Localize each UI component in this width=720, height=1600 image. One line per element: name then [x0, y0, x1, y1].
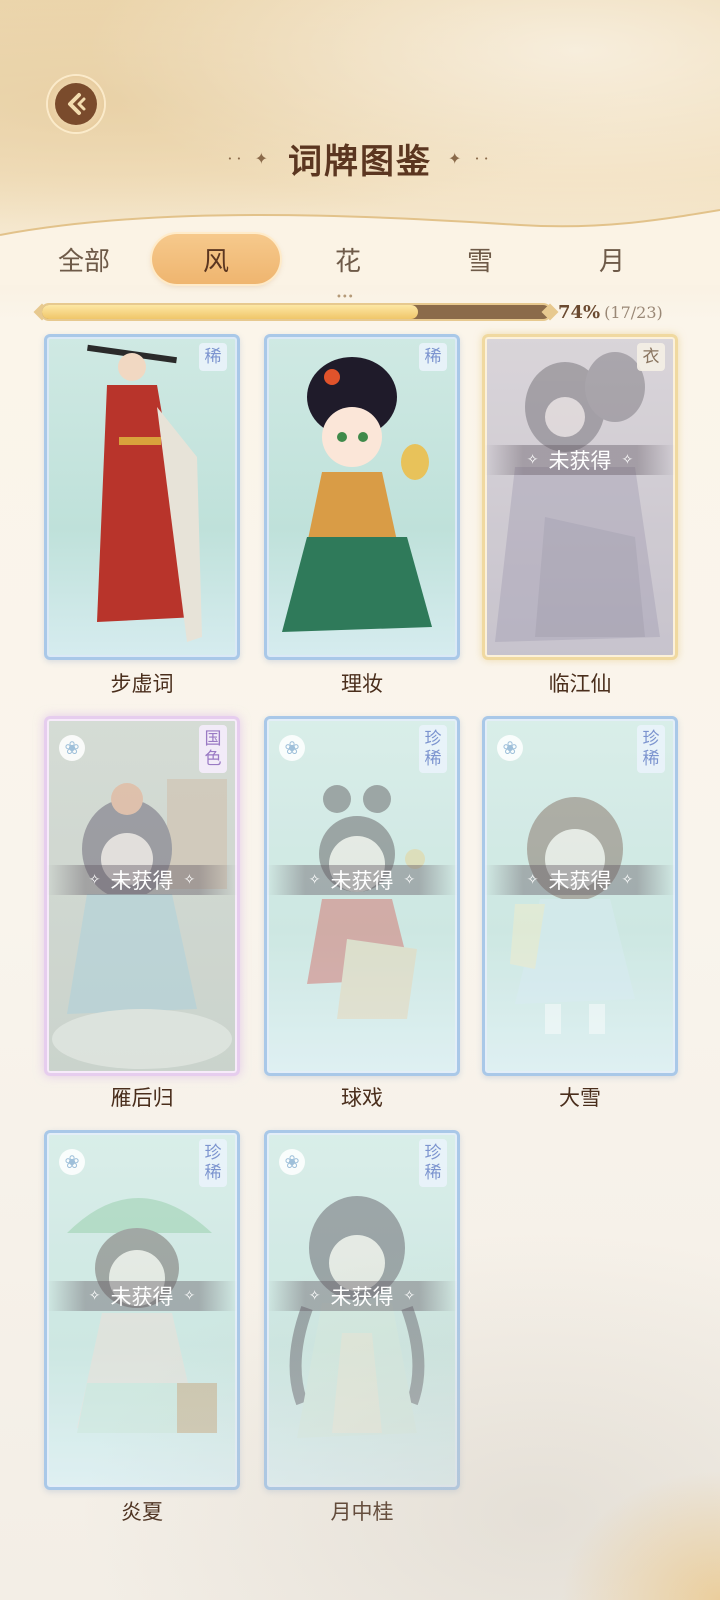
title-decoration-right: ✦ ··	[448, 148, 493, 168]
card-name: 雁后归	[110, 1086, 174, 1110]
locked-label: 未获得	[548, 449, 612, 473]
card[interactable]: 稀	[44, 334, 240, 660]
card-name: 月中桂	[330, 1500, 394, 1524]
sparkle-icon: ✧	[308, 1288, 321, 1304]
card-name: 理妆	[341, 672, 383, 696]
back-button[interactable]	[48, 76, 104, 132]
card-name: 炎夏	[121, 1500, 163, 1524]
progress-fill	[42, 305, 418, 319]
tab-wind[interactable]: 风	[152, 234, 280, 284]
sparkle-icon: ✧	[403, 1288, 416, 1304]
progress-label: 74% (17/23)	[558, 298, 663, 326]
page-title: 词牌图鉴	[288, 141, 432, 182]
card-name: 临江仙	[548, 672, 612, 696]
locked-banner: ✧ 未获得 ✧	[47, 1281, 237, 1311]
title-decoration-left: ·· ✦	[227, 148, 272, 168]
card[interactable]: ❀ 珍稀 ✧ 未获得 ✧	[264, 716, 460, 1076]
rarity-badge: 珍稀	[637, 725, 665, 773]
sparkle-icon: ✧	[88, 1288, 101, 1304]
card[interactable]: ❀ 珍稀 ✧ 未获得 ✧	[44, 1130, 240, 1490]
locked-label: 未获得	[110, 869, 174, 893]
character-figure	[495, 352, 660, 642]
locked-label: 未获得	[110, 1285, 174, 1309]
character-figure	[87, 344, 202, 642]
collection-progress: ••• 74% (17/23)	[33, 292, 686, 326]
flower-icon: ❀	[497, 735, 523, 761]
sparkle-icon: ✧	[621, 452, 634, 468]
sparkle-icon: ✧	[183, 872, 196, 888]
card-name: 步虚词	[110, 672, 174, 696]
progress-ornament: •••	[336, 292, 354, 303]
locked-banner: ✧ 未获得 ✧	[47, 865, 237, 895]
progress-count: (17/23)	[604, 302, 663, 322]
tab-snow[interactable]: 雪	[416, 234, 544, 284]
rarity-badge: 稀	[419, 343, 447, 371]
flower-icon: ❀	[279, 735, 305, 761]
locked-banner: ✧ 未获得 ✧	[485, 445, 675, 475]
sparkle-icon: ✧	[183, 1288, 196, 1304]
sparkle-icon: ✧	[621, 872, 634, 888]
character-figure	[282, 357, 432, 632]
rarity-badge: 珍稀	[419, 1139, 447, 1187]
tab-moon[interactable]: 月	[548, 234, 676, 284]
flower-icon: ❀	[279, 1149, 305, 1175]
card[interactable]: 稀	[264, 334, 460, 660]
rarity-badge: 珍稀	[199, 1139, 227, 1187]
sparkle-icon: ✧	[526, 872, 539, 888]
sparkle-icon: ✧	[88, 872, 101, 888]
locked-banner: ✧ 未获得 ✧	[267, 1281, 457, 1311]
tab-all[interactable]: 全部	[20, 234, 148, 284]
card-name: 球戏	[341, 1086, 383, 1110]
locked-label: 未获得	[548, 869, 612, 893]
sparkle-icon: ✧	[403, 872, 416, 888]
progress-bar	[42, 305, 550, 319]
corner-decoration	[560, 1470, 720, 1600]
progress-percent: 74%	[558, 301, 601, 323]
locked-label: 未获得	[330, 869, 394, 893]
sparkle-icon: ✧	[526, 452, 539, 468]
card[interactable]: 衣 ✧ 未获得 ✧	[482, 334, 678, 660]
card[interactable]: ❀ 国色 ✧ 未获得 ✧	[44, 716, 240, 1076]
locked-banner: ✧ 未获得 ✧	[267, 865, 457, 895]
rarity-badge: 稀	[199, 343, 227, 371]
flower-icon: ❀	[59, 1149, 85, 1175]
page-title-bar: ·· ✦ 词牌图鉴 ✦ ··	[0, 132, 720, 184]
rarity-badge: 衣	[637, 343, 665, 371]
rarity-badge: 国色	[199, 725, 227, 773]
card[interactable]: ❀ 珍稀 ✧ 未获得 ✧	[264, 1130, 460, 1490]
sparkle-icon: ✧	[308, 872, 321, 888]
category-tabs: 全部 风 花 雪 月	[20, 234, 700, 286]
tab-flower[interactable]: 花	[284, 234, 412, 284]
locked-banner: ✧ 未获得 ✧	[485, 865, 675, 895]
rarity-badge: 珍稀	[419, 725, 447, 773]
card[interactable]: ❀ 珍稀 ✧ 未获得 ✧	[482, 716, 678, 1076]
flower-icon: ❀	[59, 735, 85, 761]
locked-label: 未获得	[330, 1285, 394, 1309]
card-name: 大雪	[559, 1086, 601, 1110]
back-arrow-icon	[55, 83, 97, 125]
